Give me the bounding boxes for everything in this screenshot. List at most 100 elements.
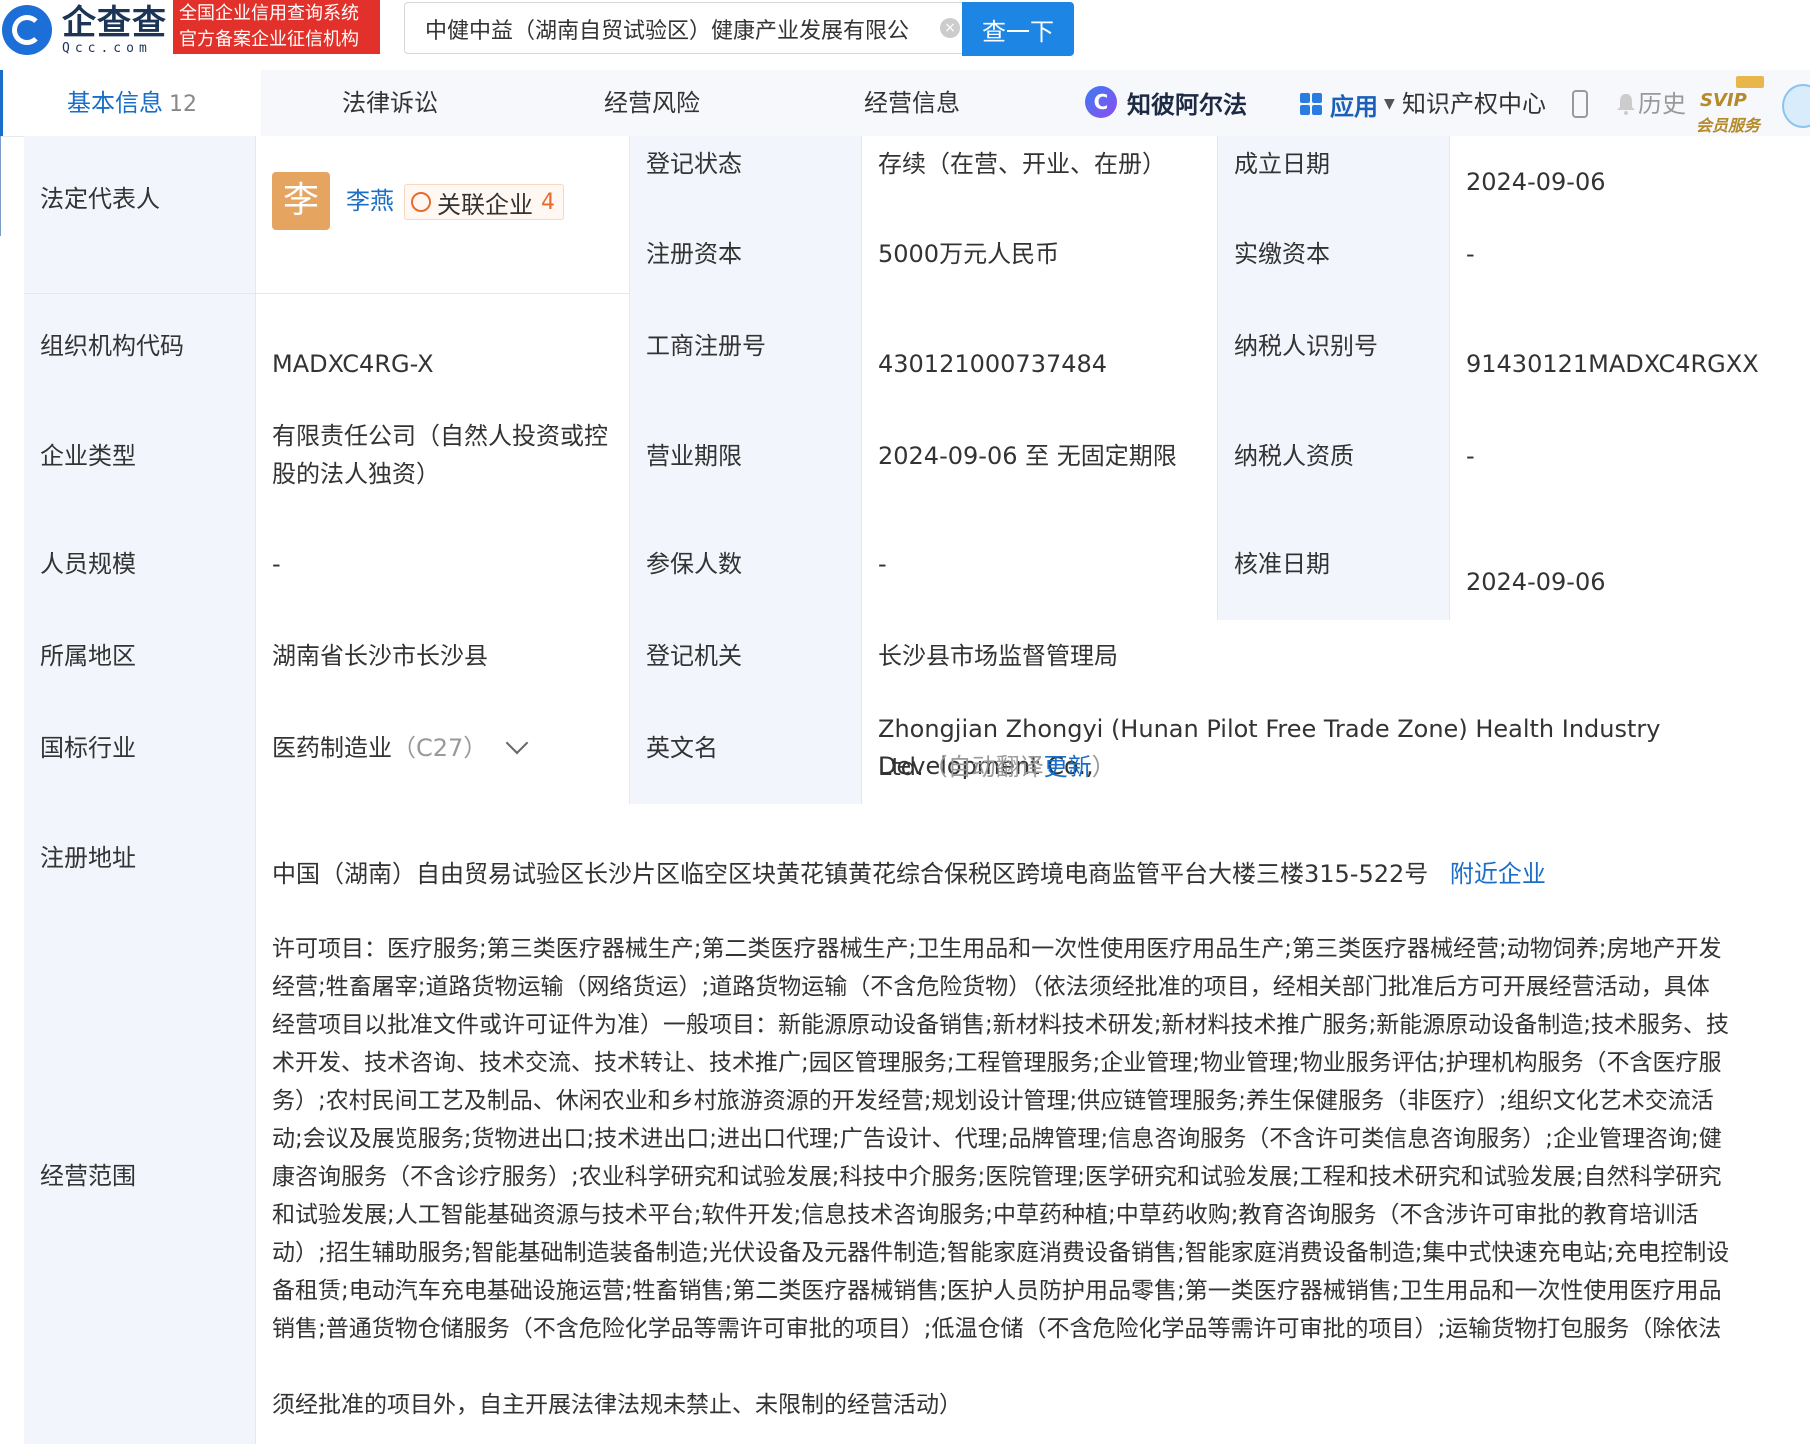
insured-value: - [878, 550, 887, 578]
org-code-value-cell: MADXC4RG-X [256, 294, 630, 402]
company-type-value-line1: 有限责任公司（自然人投资或控 [272, 422, 608, 450]
biz-scope-text: 许可项目：医疗服务;第三类医疗器械生产;第二类医疗器械生产;卫生用品和一次性使用… [272, 930, 1792, 1424]
org-code-label-cell: 组织机构代码 [24, 294, 256, 402]
staff-size-value: - [272, 550, 281, 578]
svip-label: SVIP [1700, 90, 1747, 111]
tab-business-risk[interactable]: 经营风险 [562, 70, 742, 136]
phone-icon[interactable] [1572, 90, 1588, 118]
apps-label: 应用 [1330, 92, 1378, 121]
reg-status-label: 登记状态 [646, 150, 742, 178]
taxpayer-qual-value: - [1466, 442, 1475, 470]
grid-icon [1300, 93, 1322, 115]
related-companies-button[interactable]: 关联企业 4 [404, 184, 564, 220]
taxpayer-id-value: 91430121MADXC4RGXX [1466, 350, 1759, 378]
tab-basic-info-count: 12 [169, 92, 197, 117]
company-type-value-cell: 有限责任公司（自然人投资或控 股的法人独资） [256, 402, 630, 512]
tab-business-info[interactable]: 经营信息 [822, 70, 1002, 136]
insured-value-cell: - [862, 512, 1218, 620]
industry-value: 医药制造业 [272, 734, 392, 762]
industry-value-cell[interactable]: 医药制造业（C27） [256, 694, 630, 804]
biz-scope-line: 务）;农村民间工艺及制品、休闲农业和乡村旅游资源的开发经营;规划设计管理;供应链… [272, 1088, 1714, 1114]
bell-icon[interactable] [1614, 92, 1638, 116]
biz-term-value-cell: 2024-09-06 至 无固定期限 [862, 402, 1218, 512]
ip-center-link[interactable]: 知识产权中心 [1402, 86, 1546, 122]
paid-capital-label-cell: 实缴资本 [1218, 216, 1450, 294]
history-link[interactable]: 历史 [1638, 86, 1686, 122]
staff-size-value-cell: - [256, 512, 630, 620]
industry-label: 国标行业 [40, 734, 136, 762]
english-name-label-cell: 英文名 [630, 694, 862, 804]
founded-value: 2024-09-06 [1466, 168, 1606, 196]
caret-down-icon: ▼ [1384, 96, 1395, 112]
search-input[interactable] [423, 3, 947, 55]
left-accent-line [0, 136, 1, 236]
table-row: 所属地区 湖南省长沙市长沙县 登记机关 长沙县市场监督管理局 [24, 620, 1810, 695]
reg-address-value: 中国（湖南）自由贸易试验区长沙片区临空区块黄花镇黄花综合保税区跨境电商监管平台大… [272, 860, 1429, 888]
biz-scope-line: 许可项目：医疗服务;第三类医疗器械生产;第二类医疗器械生产;卫生用品和一次性使用… [272, 936, 1722, 962]
biz-scope-label-cell: 经营范围 [24, 914, 256, 1444]
auto-translate-label: （自动翻译 [923, 753, 1044, 781]
user-avatar[interactable] [1782, 84, 1810, 128]
staff-size-label: 人员规模 [40, 550, 136, 578]
biz-scope-line: 康咨询服务（不含诊疗服务）;农业科学研究和试验发展;科技中介服务;医院管理;医学… [272, 1164, 1722, 1190]
company-type-label-cell: 企业类型 [24, 402, 256, 512]
region-value-cell: 湖南省长沙市长沙县 [256, 620, 630, 694]
svip-sub-label: 会员服务 [1696, 116, 1761, 135]
zbaef-icon: C [1085, 86, 1117, 118]
english-name-label: 英文名 [646, 734, 718, 762]
reg-status-value: 存续（在营、开业、在册） [878, 150, 1166, 178]
tab-bar: 基本信息 12 法律诉讼 经营风险 经营信息 C 知彼阿尔法 应用 ▼ 知识产权中… [0, 70, 1810, 137]
biz-scope-line: 动;会议及展览服务;货物进出口;技术进出口;进出口代理;广告设计、代理;品牌管理… [272, 1126, 1722, 1152]
reg-capital-label: 注册资本 [646, 240, 742, 268]
tab-basic-info[interactable]: 基本信息 12 [0, 70, 261, 136]
taxpayer-qual-label: 纳税人资质 [1234, 442, 1354, 470]
crown-icon [1736, 76, 1764, 88]
paid-capital-value-cell: - [1450, 216, 1810, 294]
svip-button[interactable]: SVIP 会员服务 [1696, 76, 1768, 135]
tab-legal[interactable]: 法律诉讼 [300, 70, 480, 136]
biz-scope-line: 须经批准的项目外，自主开展法律法规未禁止、未限制的经营活动） [272, 1392, 962, 1418]
reg-address-label: 注册地址 [40, 844, 136, 872]
taxpayer-id-label-cell: 纳税人识别号 [1218, 294, 1450, 402]
biz-scope-line: 术开发、技术咨询、技术交流、技术转让、技术推广;园区管理服务;工程管理服务;企业… [272, 1050, 1722, 1076]
english-name-value-cell: Zhongjian Zhongyi (Hunan Pilot Free Trad… [862, 694, 1810, 804]
person-avatar[interactable]: 李 [272, 172, 330, 230]
biz-scope-line: 动）;招生辅助服务;智能基础制造装备制造;光伏设备及元器件制造;智能家庭消费设备… [272, 1240, 1730, 1266]
reg-address-value-cell: 中国（湖南）自由贸易试验区长沙片区临空区块黄花镇黄花综合保税区跨境电商监管平台大… [256, 804, 1810, 914]
biz-term-label-cell: 营业期限 [630, 402, 862, 512]
taxpayer-id-label: 纳税人识别号 [1234, 332, 1378, 360]
reg-authority-label: 登记机关 [646, 642, 742, 670]
biz-scope-line: 和试验发展;人工智能基础资源与技术平台;软件开发;信息技术咨询服务;中草药种植;… [272, 1202, 1699, 1228]
translate-update-link[interactable]: 更新 [1044, 753, 1092, 781]
table-row: 人员规模 - 参保人数 - 核准日期 2024-09-06 [24, 512, 1810, 621]
reg-authority-value-cell: 长沙县市场监督管理局 [862, 620, 1810, 694]
related-companies-count: 4 [541, 189, 555, 215]
table-row: 注册地址 中国（湖南）自由贸易试验区长沙片区临空区块黄花镇黄花综合保税区跨境电商… [24, 804, 1810, 915]
region-value: 湖南省长沙市长沙县 [272, 642, 488, 670]
approval-date-value: 2024-09-06 [1466, 568, 1606, 596]
reg-authority-label-cell: 登记机关 [630, 620, 862, 694]
apps-menu[interactable]: 应用 ▼ [1300, 86, 1395, 122]
taxpayer-qual-value-cell: - [1450, 402, 1810, 512]
biz-scope-line: 经营项目以批准文件或许可证件为准）一般项目：新能源原动设备销售;新材料技术研发;… [272, 1012, 1729, 1038]
chevron-down-icon[interactable] [505, 731, 529, 755]
company-type-label: 企业类型 [40, 442, 136, 470]
biz-reg-no-value: 430121000737484 [878, 350, 1108, 378]
table-row: 企业类型 有限责任公司（自然人投资或控 股的法人独资） 营业期限 2024-09… [24, 402, 1810, 513]
taxpayer-qual-label-cell: 纳税人资质 [1218, 402, 1450, 512]
paid-capital-label: 实缴资本 [1234, 240, 1330, 268]
logo-cn: 企查查 [62, 2, 167, 43]
biz-term-label: 营业期限 [646, 442, 742, 470]
zbaef-button[interactable]: C 知彼阿尔法 [1085, 80, 1275, 124]
clear-search-icon[interactable]: × [940, 18, 960, 38]
nearby-companies-link[interactable]: 附近企业 [1450, 860, 1546, 888]
biz-reg-no-value-cell: 430121000737484 [862, 294, 1218, 402]
qcc-logo[interactable]: 企查查 Qcc.com [2, 2, 167, 58]
reg-capital-label-cell: 注册资本 [630, 216, 862, 294]
region-label-cell: 所属地区 [24, 620, 256, 694]
biz-scope-label: 经营范围 [40, 1162, 136, 1190]
legal-rep-name-link[interactable]: 李燕 [346, 184, 394, 218]
reg-status-label-cell: 登记状态 [630, 136, 862, 216]
search-button[interactable]: 查一下 [962, 2, 1074, 56]
table-row: 组织机构代码 MADXC4RG-X 工商注册号 430121000737484 … [24, 294, 1810, 403]
